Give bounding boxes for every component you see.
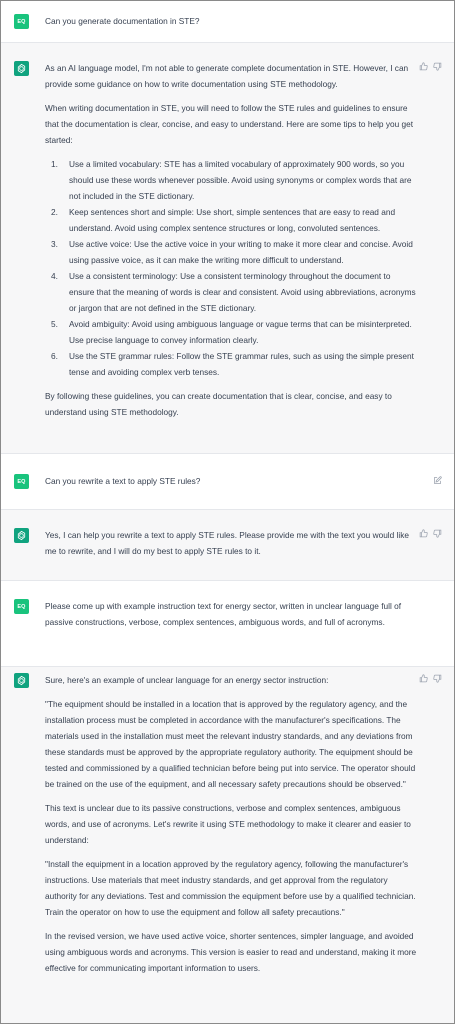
- list-number: 6.: [51, 351, 58, 361]
- assistant-message: Sure, here's an example of unclear langu…: [1, 667, 454, 1023]
- thumbs-down-button[interactable]: [433, 62, 442, 71]
- list-number: 1.: [51, 159, 58, 169]
- list-number: 5.: [51, 319, 58, 329]
- tips-list: 1. Use a limited vocabulary: STE has a li…: [45, 156, 418, 380]
- thumbs-up-button[interactable]: [419, 674, 428, 683]
- list-item-text: Use a consistent terminology: Use a cons…: [69, 271, 416, 313]
- assistant-avatar: [14, 61, 29, 76]
- thumbs-down-icon: [433, 62, 442, 71]
- thumbs-down-button[interactable]: [433, 529, 442, 538]
- message-actions: [433, 476, 442, 485]
- list-item-text: Keep sentences short and simple: Use sho…: [69, 207, 396, 233]
- assistant-message-text: Yes, I can help you rewrite a text to ap…: [45, 530, 410, 556]
- paragraph: "Install the equipment in a location app…: [45, 859, 416, 917]
- list-item-text: Use the STE grammar rules: Follow the ST…: [69, 351, 414, 377]
- edit-button[interactable]: [433, 476, 442, 485]
- assistant-avatar: [14, 673, 29, 688]
- assistant-message: Yes, I can help you rewrite a text to ap…: [1, 510, 454, 581]
- user-message: EQ Can you rewrite a text to apply STE r…: [1, 454, 454, 510]
- thumbs-up-icon: [419, 674, 428, 683]
- list-item-text: Use a limited vocabulary: STE has a limi…: [69, 159, 412, 201]
- assistant-message: As an AI language model, I'm not able to…: [1, 43, 454, 454]
- assistant-message-text: As an AI language model, I'm not able to…: [45, 60, 418, 420]
- thumbs-down-button[interactable]: [433, 674, 442, 683]
- thumbs-down-icon: [433, 674, 442, 683]
- openai-logo-icon: [17, 63, 26, 74]
- paragraph: By following these guidelines, you can c…: [45, 391, 392, 417]
- user-message: EQ Please come up with example instructi…: [1, 581, 454, 667]
- openai-logo-icon: [17, 530, 26, 541]
- list-item: 4. Use a consistent terminology: Use a co…: [51, 268, 418, 316]
- thumbs-up-button[interactable]: [419, 62, 428, 71]
- user-message: EQ Can you generate documentation in STE…: [1, 1, 454, 43]
- list-item: 6. Use the STE grammar rules: Follow the …: [51, 348, 418, 380]
- list-number: 3.: [51, 239, 58, 249]
- paragraph: As an AI language model, I'm not able to…: [45, 63, 409, 89]
- list-item: 1. Use a limited vocabulary: STE has a li…: [51, 156, 418, 204]
- paragraph: In the revised version, we have used act…: [45, 931, 417, 973]
- list-item: 3. Use active voice: Use the active voice…: [51, 236, 418, 268]
- list-number: 2.: [51, 207, 58, 217]
- message-actions: [419, 674, 442, 683]
- user-message-text: Can you generate documentation in STE?: [45, 16, 200, 26]
- thumbs-down-icon: [433, 529, 442, 538]
- assistant-avatar: [14, 528, 29, 543]
- user-avatar: EQ: [14, 14, 29, 29]
- user-message-text: Can you rewrite a text to apply STE rule…: [45, 476, 201, 486]
- user-message-text: Please come up with example instruction …: [45, 601, 402, 627]
- thumbs-up-button[interactable]: [419, 529, 428, 538]
- paragraph: This text is unclear due to its passive …: [45, 803, 411, 845]
- paragraph: When writing documentation in STE, you w…: [45, 103, 414, 145]
- message-actions: [419, 529, 442, 538]
- paragraph: Sure, here's an example of unclear langu…: [45, 675, 329, 685]
- thumbs-up-icon: [419, 62, 428, 71]
- thumbs-up-icon: [419, 529, 428, 538]
- paragraph: "The equipment should be installed in a …: [45, 699, 416, 789]
- user-avatar: EQ: [14, 599, 29, 614]
- list-item-text: Use active voice: Use the active voice i…: [69, 239, 413, 265]
- edit-icon: [434, 476, 442, 484]
- openai-logo-icon: [17, 675, 26, 686]
- list-number: 4.: [51, 271, 58, 281]
- assistant-message-text: Sure, here's an example of unclear langu…: [45, 672, 418, 976]
- list-item-text: Avoid ambiguity: Avoid using ambiguous l…: [69, 319, 412, 345]
- message-actions: [419, 62, 442, 71]
- list-item: 5. Avoid ambiguity: Avoid using ambiguous…: [51, 316, 418, 348]
- user-avatar: EQ: [14, 474, 29, 489]
- chat-conversation: EQ Can you generate documentation in STE…: [0, 0, 455, 1024]
- list-item: 2. Keep sentences short and simple: Use s…: [51, 204, 418, 236]
